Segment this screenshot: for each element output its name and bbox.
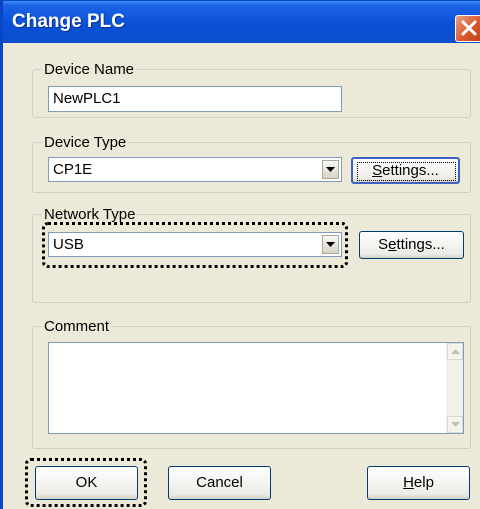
help-rest: elp bbox=[413, 474, 434, 491]
device-type-select[interactable]: CP1E bbox=[48, 157, 342, 182]
scroll-up-button[interactable] bbox=[447, 343, 463, 360]
device-type-value: CP1E bbox=[53, 161, 93, 178]
settings-prefix: S bbox=[378, 236, 389, 253]
settings-rest: ttings... bbox=[396, 236, 445, 253]
device-type-label: Device Type bbox=[44, 134, 127, 151]
comment-label: Comment bbox=[44, 318, 110, 335]
scroll-down-icon bbox=[451, 422, 460, 427]
ok-button-label: OK bbox=[75, 474, 98, 491]
help-hotkey: H bbox=[403, 474, 414, 491]
chevron-down-icon bbox=[326, 242, 335, 247]
focus-rect bbox=[357, 162, 456, 181]
close-icon bbox=[461, 20, 477, 36]
settings-hotkey: e bbox=[388, 236, 397, 253]
network-type-value: USB bbox=[53, 236, 84, 253]
comment-textarea[interactable] bbox=[48, 342, 464, 434]
cancel-button-label: Cancel bbox=[196, 474, 243, 491]
ok-button[interactable]: OK bbox=[35, 466, 138, 500]
change-plc-dialog: Change PLC Device Name NewPLC1 Device Ty… bbox=[0, 0, 480, 509]
scroll-down-button[interactable] bbox=[447, 416, 463, 433]
close-button[interactable] bbox=[455, 15, 480, 42]
network-type-settings-button[interactable]: Settings... bbox=[359, 231, 464, 259]
device-name-input[interactable]: NewPLC1 bbox=[48, 86, 342, 112]
title-bar[interactable]: Change PLC bbox=[3, 1, 480, 43]
device-type-settings-button[interactable]: Settings... bbox=[351, 157, 460, 184]
network-type-dropdown-button[interactable] bbox=[322, 235, 339, 254]
dialog-title: Change PLC bbox=[12, 11, 125, 32]
scroll-up-icon bbox=[451, 349, 460, 354]
network-type-label: Network Type bbox=[44, 206, 136, 223]
network-type-select[interactable]: USB bbox=[48, 232, 342, 257]
cancel-button[interactable]: Cancel bbox=[168, 466, 271, 500]
device-name-label: Device Name bbox=[44, 61, 135, 78]
device-type-dropdown-button[interactable] bbox=[322, 160, 339, 179]
chevron-down-icon bbox=[326, 167, 335, 172]
comment-scrollbar[interactable] bbox=[446, 343, 463, 433]
help-button[interactable]: Help bbox=[367, 466, 470, 500]
